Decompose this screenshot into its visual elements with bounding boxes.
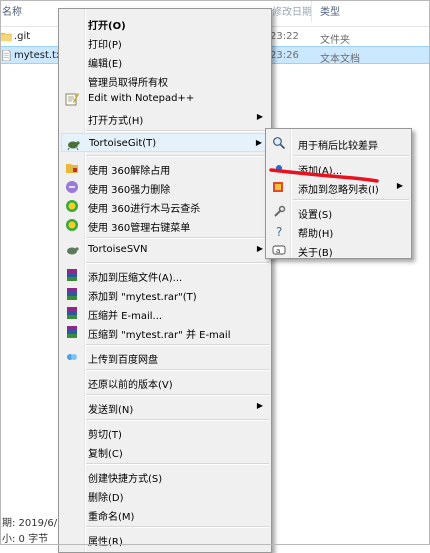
screenshot-frame — [0, 0, 430, 545]
